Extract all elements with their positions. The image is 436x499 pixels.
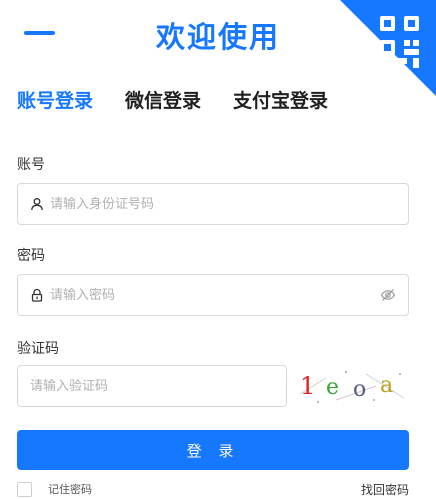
active-tab-indicator <box>24 31 55 35</box>
captcha-char: e <box>326 375 339 400</box>
lock-icon <box>30 288 44 302</box>
captcha-field <box>17 365 287 407</box>
password-input[interactable] <box>50 287 380 303</box>
eye-off-icon[interactable] <box>380 287 396 303</box>
remember-password-toggle[interactable]: 记住密码 <box>17 481 92 497</box>
remember-checkbox[interactable] <box>17 481 32 497</box>
login-tabs: 账号登录 微信登录 支付宝登录 <box>17 86 360 113</box>
password-field <box>17 274 409 316</box>
remember-label: 记住密码 <box>48 483 92 496</box>
login-button[interactable]: 登 录 <box>17 430 409 470</box>
captcha-input[interactable] <box>30 378 274 394</box>
account-field <box>17 183 409 225</box>
captcha-char: 1 <box>300 372 315 400</box>
tab-wechat-login[interactable]: 微信登录 <box>125 86 201 113</box>
account-input[interactable] <box>50 196 396 212</box>
password-label: 密码 <box>17 248 45 264</box>
user-icon <box>30 197 44 211</box>
captcha-char: a <box>380 373 393 398</box>
tab-account-login[interactable]: 账号登录 <box>17 86 93 113</box>
captcha-char: o <box>353 377 366 402</box>
captcha-image[interactable]: 1 e o a <box>296 364 408 406</box>
tab-alipay-login[interactable]: 支付宝登录 <box>233 86 328 113</box>
captcha-label: 验证码 <box>17 341 59 357</box>
account-label: 账号 <box>17 157 45 173</box>
forgot-password-link[interactable]: 找回密码 <box>361 481 409 498</box>
qr-code-toggle[interactable] <box>340 0 436 96</box>
